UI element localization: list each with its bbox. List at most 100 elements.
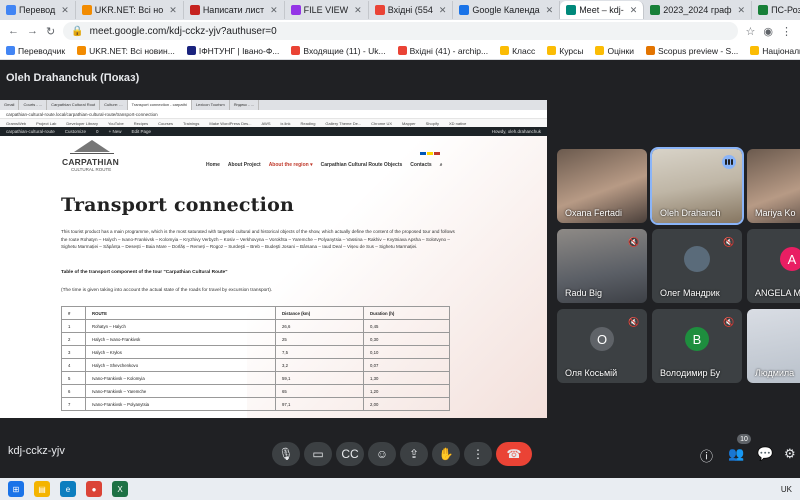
- tab-favicon-icon: [758, 5, 769, 15]
- menu-icon[interactable]: ⋮: [781, 25, 792, 38]
- bookmark-icon: [500, 46, 510, 55]
- participant-name: Oxana Fertadi: [565, 208, 623, 218]
- route-table: # ROUTE Distance (km) Duration (h) 1 Roha…: [61, 306, 450, 411]
- bookmark-item[interactable]: Входящие (11) - Uk...: [291, 46, 386, 56]
- excel-icon[interactable]: X: [112, 481, 128, 497]
- wp-item: 0: [96, 129, 99, 134]
- forward-icon[interactable]: →: [27, 25, 38, 37]
- tab-favicon-icon: [566, 5, 577, 15]
- profile-icon[interactable]: ◉: [763, 25, 773, 38]
- close-icon[interactable]: ✕: [354, 5, 362, 16]
- menu-item-contacts: Contacts: [410, 162, 432, 168]
- microphone-button[interactable]: 🎙: [272, 442, 300, 466]
- browser-tab[interactable]: Meet – kdj- ✕: [560, 1, 645, 19]
- raise-hand-button[interactable]: ✋: [432, 442, 460, 466]
- table-header-row: # ROUTE Distance (km) Duration (h): [61, 306, 450, 320]
- close-icon[interactable]: ✕: [738, 5, 746, 16]
- inner-bookmark: Developer Library: [66, 121, 98, 126]
- start-icon[interactable]: ⊞: [8, 481, 24, 497]
- star-icon[interactable]: ☆: [746, 25, 756, 38]
- close-icon[interactable]: ✕: [270, 5, 278, 16]
- back-icon[interactable]: ←: [8, 25, 19, 37]
- participant-tile[interactable]: A🔇ANGELA M: [747, 229, 800, 303]
- close-icon[interactable]: ✕: [169, 5, 177, 16]
- browser-tab[interactable]: Написати лист ✕: [184, 1, 285, 19]
- bookmark-item[interactable]: Курсы: [547, 46, 583, 56]
- present-button[interactable]: ⇪: [400, 442, 428, 466]
- wp-item: + New: [108, 129, 122, 134]
- address-url: meet.google.com/kdj-cckz-yjv?authuser=0: [89, 25, 277, 37]
- bookmark-item[interactable]: Вхідні (41) - archip...: [397, 46, 488, 56]
- close-icon[interactable]: ✕: [439, 5, 447, 16]
- participant-tile[interactable]: Mariya Ko: [747, 149, 800, 223]
- mic-off-icon: 🔇: [723, 316, 735, 327]
- tab-label: ПС-Розклад в.2: [771, 5, 800, 15]
- table-cell: 0,30: [363, 332, 450, 346]
- edge-icon[interactable]: e: [60, 481, 76, 497]
- participant-tile[interactable]: В 🔇 Володимир Бу: [652, 309, 742, 383]
- language-indicator[interactable]: UK: [781, 485, 792, 494]
- people-icon[interactable]: 👥: [728, 446, 744, 462]
- shared-screen: Gmail Courts - ... Carpathian Cultural Rou…: [0, 100, 547, 418]
- table-cell: 7,5: [275, 345, 364, 359]
- participant-tile[interactable]: Oleh Drahanch: [650, 147, 744, 225]
- table-cell: Halych – Ivano-Frankivsk: [85, 332, 276, 346]
- activities-icon[interactable]: ⚙: [784, 446, 796, 462]
- browser-tab[interactable]: Перевод ✕: [0, 1, 76, 19]
- logo-house-icon: [70, 140, 114, 154]
- table-cell: 4: [61, 358, 86, 372]
- participant-tile[interactable]: О 🔇 Оля Косьмій: [557, 309, 647, 383]
- inner-bookmark: XD native: [448, 121, 467, 126]
- table-row: 6 Ivano-Frankivsk – Yaremche 65 1,20: [61, 384, 450, 398]
- bookmark-item[interactable]: Переводчик: [6, 46, 65, 56]
- bookmark-item[interactable]: Національне агент...: [750, 46, 800, 56]
- avatar: В: [685, 327, 709, 351]
- table-caption: Table of the transport component of the …: [61, 270, 228, 275]
- participant-tile[interactable]: Oxana Fertadi: [557, 149, 647, 223]
- browser-tab[interactable]: FILE VIEW ✕: [285, 1, 369, 19]
- wp-item: Customize: [64, 129, 87, 134]
- logo-title: CARPATHIAN: [62, 157, 119, 167]
- bookmark-item[interactable]: Класс: [500, 46, 535, 56]
- browser-tab[interactable]: 2023_2024 граф ✕: [644, 1, 753, 19]
- bookmark-item[interactable]: UKR.NET: Всі новин...: [77, 46, 175, 56]
- participant-tile[interactable]: 🔇 Олег Мандрик: [652, 229, 742, 303]
- chrome-icon[interactable]: ●: [86, 481, 102, 497]
- participant-name: Radu Big: [565, 288, 603, 298]
- bookmark-icon: [186, 46, 196, 55]
- lock-icon: 🔒: [71, 25, 84, 37]
- bookmark-item[interactable]: ІФНТУНГ | Івано-Ф...: [186, 46, 279, 56]
- close-icon[interactable]: ✕: [630, 5, 638, 16]
- reactions-button[interactable]: ☺: [368, 442, 396, 466]
- inner-bookmark: YouTube: [107, 121, 124, 126]
- table-cell: 6: [61, 384, 86, 398]
- bookmark-item[interactable]: Оцінки: [595, 46, 634, 56]
- tab-favicon-icon: [459, 5, 470, 15]
- inner-bookmarks: GramsWeb Project Lab Developer Library YouT…: [0, 119, 547, 127]
- chat-icon[interactable]: 💬: [757, 446, 773, 462]
- menu-item-about-region: About the region ▾: [268, 162, 313, 168]
- inner-tab: Lexicon Tourism: [192, 100, 230, 110]
- info-icon[interactable]: ⓘ: [700, 446, 713, 465]
- inner-tab: Courts - ...: [19, 100, 48, 110]
- explorer-icon[interactable]: ▤: [34, 481, 50, 497]
- captions-button[interactable]: CC: [336, 442, 364, 466]
- participant-tile[interactable]: 🔇 Radu Big: [557, 229, 647, 303]
- reload-icon[interactable]: ↻: [46, 25, 55, 38]
- table-cell: 3,2: [275, 358, 364, 372]
- browser-tab[interactable]: Google Календа ✕: [453, 1, 561, 19]
- table-cell: 1,20: [363, 384, 450, 398]
- address-input[interactable]: 🔒 meet.google.com/kdj-cckz-yjv?authuser=…: [63, 22, 738, 40]
- camera-button[interactable]: ▭: [304, 442, 332, 466]
- close-icon[interactable]: ✕: [61, 5, 69, 16]
- more-options-button[interactable]: ⋮: [464, 442, 492, 466]
- bookmark-item[interactable]: Scopus preview - S...: [645, 46, 738, 56]
- browser-tab[interactable]: UKR.NET: Всі но ✕: [76, 1, 184, 19]
- browser-tab[interactable]: ПС-Розклад в.2✕: [752, 1, 800, 19]
- close-icon[interactable]: ✕: [546, 5, 554, 16]
- leave-call-button[interactable]: ☎: [496, 442, 532, 466]
- menu-item-home: Home: [206, 162, 220, 168]
- inner-bookmark: GramsWeb: [6, 121, 27, 126]
- browser-tab[interactable]: Вхідні (554 ✕: [369, 1, 454, 19]
- participant-tile[interactable]: 🔇Людмила: [747, 309, 800, 383]
